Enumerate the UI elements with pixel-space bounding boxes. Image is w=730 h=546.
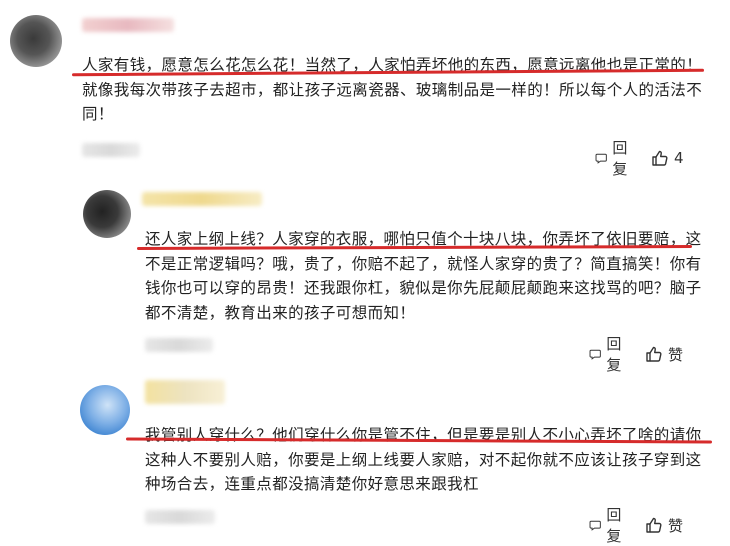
like-label: 赞 (668, 345, 684, 364)
avatar[interactable] (80, 385, 130, 435)
blurred-timestamp (145, 510, 215, 524)
thumbs-up-icon (646, 346, 662, 362)
comment-text: 人家有钱，愿意怎么花怎么花！当然了，人家怕弄坏他的东西，愿意远离他也是正常的！就… (82, 56, 703, 123)
reply-label: 回复 (606, 335, 622, 374)
comment-actions: 回复 赞 (589, 504, 683, 546)
thumbs-up-icon (646, 517, 662, 533)
blurred-timestamp (145, 338, 213, 352)
comment-bubble-icon (595, 153, 607, 164)
reply-button[interactable]: 回复 (595, 137, 633, 179)
reply-button[interactable]: 回复 (589, 333, 627, 375)
like-count: 4 (674, 149, 684, 167)
avatar[interactable] (10, 15, 62, 67)
blurred-username[interactable] (145, 380, 225, 404)
blurred-username[interactable] (82, 18, 174, 32)
reply-label: 回复 (612, 139, 628, 178)
avatar[interactable] (83, 190, 131, 238)
comment-text: 我管别人穿什么？他们穿什么你是管不住，但是要是别人不小心弄坏了啥的请你这种人不要… (145, 426, 702, 493)
blurred-timestamp (82, 143, 140, 157)
comment-bubble-icon (589, 349, 601, 360)
thumbs-up-icon (652, 150, 668, 166)
reply-label: 回复 (606, 506, 622, 545)
comment-bubble-icon (589, 520, 601, 531)
comment-actions: 回复 赞 (589, 333, 683, 375)
like-button[interactable]: 赞 (645, 515, 683, 536)
like-button[interactable]: 4 (651, 149, 684, 167)
blurred-username[interactable] (142, 192, 262, 206)
like-button[interactable]: 赞 (645, 344, 683, 365)
comment-actions: 回复 4 (595, 137, 684, 179)
like-label: 赞 (668, 516, 684, 535)
reply-button[interactable]: 回复 (589, 504, 627, 546)
comment-text: 还人家上纲上线？人家穿的衣服，哪怕只值个十块八块，你弄坏了依旧要赔，这不是正常逻… (145, 230, 702, 322)
